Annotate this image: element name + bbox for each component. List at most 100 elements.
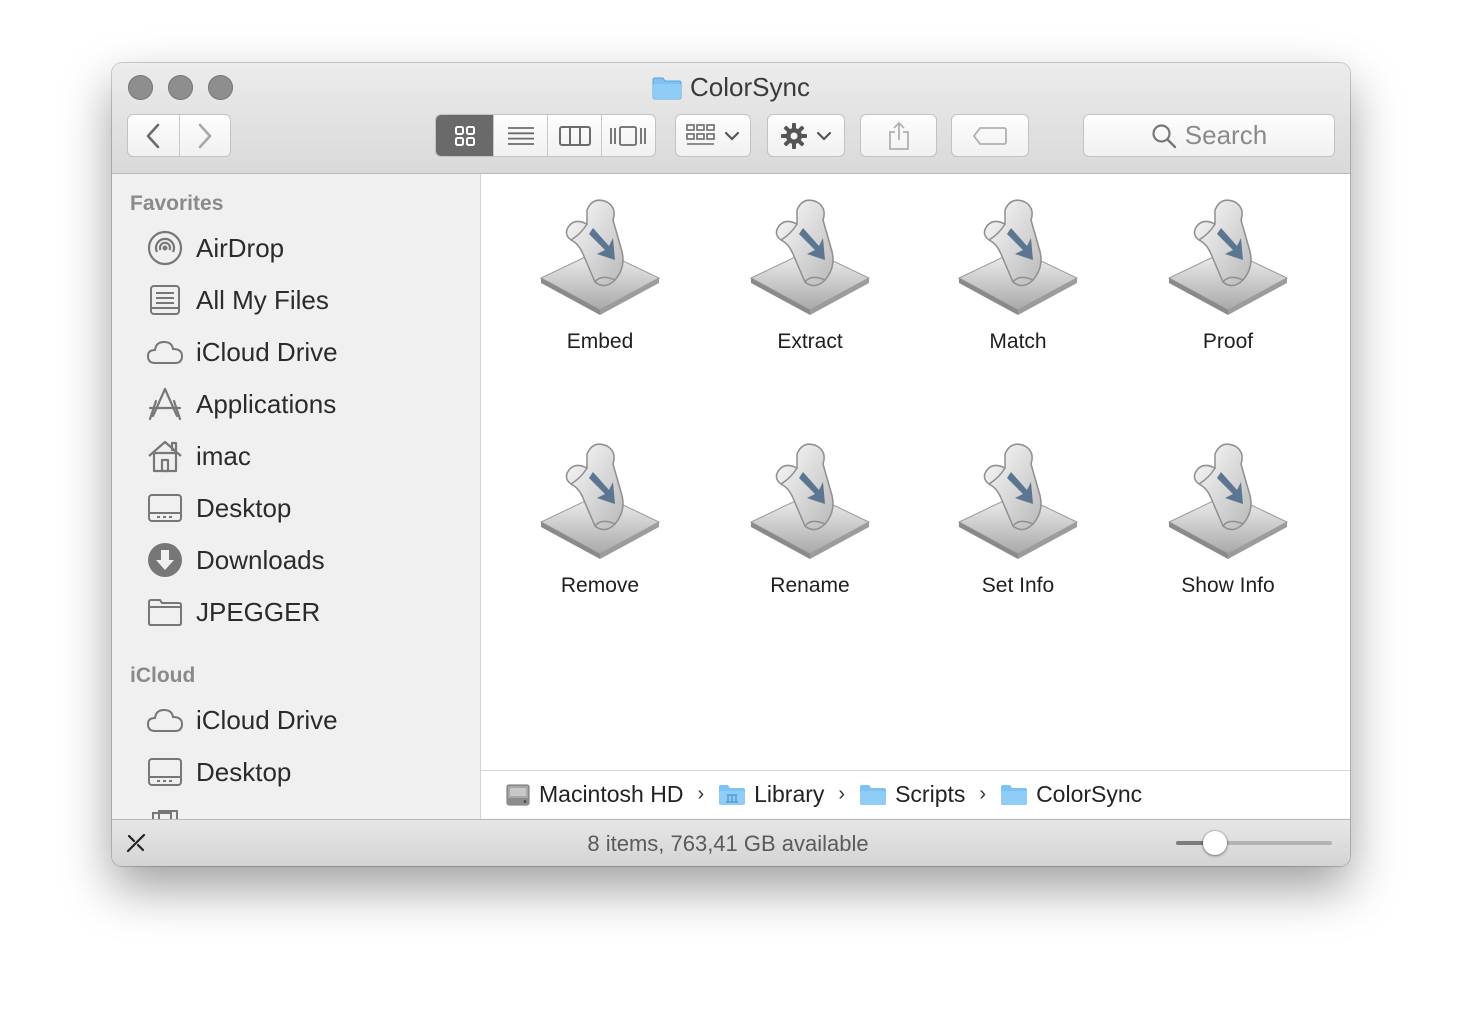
airdrop-icon: [146, 230, 184, 266]
path-item-library[interactable]: Library: [718, 781, 824, 808]
sidebar: Favorites AirDrop All My Files iCloud Dr…: [112, 174, 481, 819]
applescript-icon: [710, 188, 910, 318]
cover-flow-icon: [610, 125, 647, 146]
sidebar-item-icloud-desktop[interactable]: Desktop: [146, 752, 466, 792]
chevron-right-icon: ›: [697, 783, 705, 805]
slider-knob[interactable]: [1203, 831, 1227, 855]
chevron-right-icon: [198, 123, 212, 148]
forward-button[interactable]: [178, 115, 231, 156]
chevron-right-icon: ›: [838, 783, 846, 805]
sidebar-item-label: imac: [196, 440, 251, 471]
navigation-buttons: [127, 114, 231, 157]
icon-size-slider[interactable]: [1176, 831, 1332, 855]
back-button[interactable]: [128, 115, 179, 156]
file-item[interactable]: Show Info: [1128, 432, 1328, 598]
applescript-icon: [1128, 188, 1328, 318]
sidebar-item-applications[interactable]: Applications: [146, 384, 466, 424]
path-item-scripts[interactable]: Scripts: [859, 781, 965, 808]
finder-window: ColorSync Search Favorites AirDrop All M…: [112, 63, 1350, 866]
sidebar-item-icloud-drive[interactable]: iCloud Drive: [146, 332, 466, 372]
arrange-grid-icon: [686, 123, 715, 145]
status-text: 8 items, 763,41 GB available: [587, 831, 869, 856]
file-name: Remove: [560, 574, 640, 597]
icon-view-button[interactable]: [436, 115, 494, 156]
sidebar-item-downloads[interactable]: Downloads: [146, 540, 466, 580]
chevron-left-icon: [146, 123, 160, 148]
gear-icon: [781, 122, 807, 149]
path-item-label: ColorSync: [1036, 781, 1143, 807]
cloud-icon: [146, 334, 184, 370]
share-icon: [888, 121, 909, 150]
edit-tags-button[interactable]: [951, 114, 1029, 157]
file-item[interactable]: Remove: [500, 432, 700, 598]
cloud-icon: [146, 702, 184, 738]
applescript-icon: [918, 432, 1118, 562]
applescript-icon: [500, 432, 700, 562]
file-name: Embed: [566, 330, 634, 353]
sidebar-item-desktop[interactable]: Desktop: [146, 488, 466, 528]
library-folder-icon: [718, 784, 746, 806]
folder-icon: [146, 594, 184, 630]
search-field[interactable]: Search: [1083, 114, 1335, 157]
sidebar-item-label: Applications: [196, 388, 337, 419]
sidebar-item-label: Desktop: [196, 756, 292, 787]
column-view-button[interactable]: [547, 115, 600, 156]
column-view-icon: [558, 125, 591, 146]
sidebar-section-favorites: Favorites: [130, 192, 224, 215]
file-item[interactable]: Rename: [710, 432, 910, 598]
window-title: ColorSync: [112, 72, 1350, 107]
sidebar-item-home[interactable]: imac: [146, 436, 466, 476]
sidebar-item-label: All My Files: [196, 284, 329, 315]
path-item-label: Library: [754, 781, 825, 807]
sidebar-item-label: Desktop: [196, 492, 292, 523]
tag-icon: [972, 126, 1007, 145]
applescript-icon: [1128, 432, 1328, 562]
all-files-icon: [146, 282, 184, 318]
icon-view-icon: [454, 125, 475, 146]
search-placeholder: Search: [1184, 120, 1268, 150]
sidebar-item-all-my-files[interactable]: All My Files: [146, 280, 466, 320]
applescript-icon: [710, 432, 910, 562]
path-item-colorsync[interactable]: ColorSync: [1000, 781, 1142, 808]
file-item[interactable]: Set Info: [918, 432, 1118, 598]
sidebar-item-airdrop[interactable]: AirDrop: [146, 228, 466, 268]
folder-icon: [1000, 784, 1028, 806]
file-name: Rename: [770, 574, 850, 597]
folder-icon: [652, 76, 682, 107]
applications-icon: [146, 386, 184, 422]
file-item[interactable]: Extract: [710, 188, 910, 354]
folder-icon: [859, 784, 887, 806]
desktop-icon: [146, 754, 184, 790]
path-item-label: Macintosh HD: [539, 781, 684, 807]
share-button[interactable]: [860, 114, 937, 157]
window-title-text: ColorSync: [690, 72, 810, 102]
file-item[interactable]: Proof: [1128, 188, 1328, 354]
arrange-button[interactable]: [675, 114, 751, 157]
chevron-right-icon: ›: [979, 783, 987, 805]
file-name: Match: [989, 330, 1047, 353]
file-item[interactable]: Embed: [500, 188, 700, 354]
sidebar-item-label: iCloud Drive: [196, 704, 338, 735]
file-name: Extract: [777, 330, 843, 353]
action-menu-button[interactable]: [767, 114, 845, 157]
search-icon: [1152, 123, 1176, 148]
sidebar-item-jpegger[interactable]: JPEGGER: [146, 592, 466, 632]
title-bar: ColorSync Search: [112, 63, 1350, 174]
sidebar-item-label: AirDrop: [196, 232, 285, 263]
chevron-down-icon: [724, 131, 740, 141]
sidebar-item-icloud-drive[interactable]: iCloud Drive: [146, 700, 466, 740]
list-view-button[interactable]: [493, 115, 547, 156]
path-item-label: Scripts: [895, 781, 966, 807]
file-name: Show Info: [1181, 574, 1275, 597]
sidebar-item-partial[interactable]: [146, 804, 466, 819]
file-browser-content: Embed Extract Match Proof Remove Rename …: [481, 174, 1350, 770]
home-icon: [146, 438, 184, 474]
file-item[interactable]: Match: [918, 188, 1118, 354]
applescript-icon: [918, 188, 1118, 318]
downloads-icon: [146, 542, 184, 578]
path-item-macintosh-hd[interactable]: Macintosh HD: [505, 781, 683, 808]
sidebar-section-icloud: iCloud: [130, 664, 196, 687]
documents-icon: [146, 806, 184, 819]
cover-flow-button[interactable]: [600, 115, 655, 156]
file-name: Set Info: [981, 574, 1055, 597]
